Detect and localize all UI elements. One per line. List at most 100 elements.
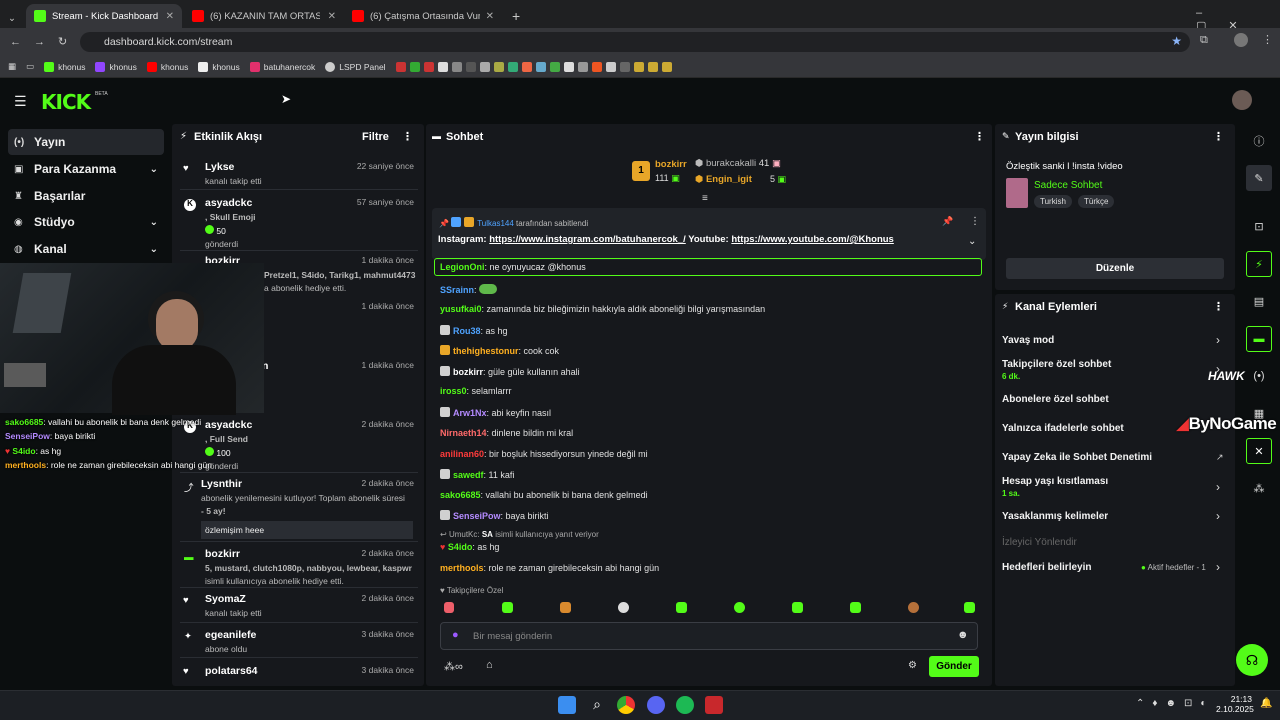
tab-youtube-1[interactable]: (6) KAZANIN TAM ORTASINDA ✕ [184, 4, 344, 28]
bookmark-khonus-kick[interactable]: khonus [44, 61, 85, 72]
emote-icon[interactable] [502, 602, 513, 613]
action-subscribers-only[interactable]: Abonelere özel sohbet [1002, 394, 1109, 405]
category-link[interactable]: Sadece Sohbet [1034, 180, 1102, 191]
nav-buttons[interactable]: ←→↻ [10, 35, 80, 48]
close-tab-icon[interactable]: ✕ [486, 11, 494, 22]
chevron-right-icon[interactable]: › [1216, 560, 1220, 574]
sidebar-item-para-kazanma[interactable]: ▣ Para Kazanma ⌄ [8, 156, 164, 182]
bookmark-khonus-twitch[interactable]: khonus [95, 61, 137, 72]
extensions-icon[interactable]: ⧉ [1200, 34, 1208, 47]
info-icon[interactable]: ⓘ [1246, 128, 1272, 154]
sidebar-item-yayin[interactable]: (•) Yayın [8, 129, 164, 155]
chevron-right-icon[interactable]: › [1216, 480, 1220, 494]
system-tray-icons[interactable]: ⌃♦☻⊡◐ [1136, 698, 1214, 709]
activity-menu-icon[interactable]: ⋮ [402, 130, 413, 143]
kick-badge-icon [440, 407, 450, 417]
store-icon[interactable]: ⌂ [486, 659, 493, 671]
edit-icon[interactable]: ✎ [1246, 165, 1272, 191]
quick-actions-icon[interactable]: ⚡ [1246, 251, 1272, 277]
youtube-link[interactable]: https://www.youtube.com/@Khonus [731, 234, 894, 245]
activity-event: ▬ bozkirr 5, mustard, clutch1080p, nabbyou… [184, 548, 414, 586]
emote-row[interactable] [444, 602, 975, 614]
stream-info-menu-icon[interactable]: ⋮ [1213, 130, 1224, 143]
emote-icon[interactable] [850, 602, 861, 613]
emote-icon[interactable] [676, 602, 687, 613]
spotify-icon[interactable] [676, 696, 694, 714]
notifications-icon[interactable]: 🔔 [1260, 698, 1272, 709]
chat-settings-gear-icon[interactable]: ⚙ [908, 660, 917, 671]
search-icon[interactable]: ⌕ [588, 696, 606, 714]
emote-icon[interactable] [444, 602, 454, 613]
sidebar-item-basarilar[interactable]: ♜ Başarılar [8, 183, 164, 209]
emote-icon[interactable] [734, 602, 745, 613]
bookmark-khonus-youtube[interactable]: khonus [146, 61, 188, 72]
action-account-age[interactable]: Hesap yaşı kısıtlaması 1 sa. [1002, 476, 1108, 498]
app-icon[interactable] [705, 696, 723, 714]
windows-start-icon[interactable] [558, 696, 576, 714]
folder-icon[interactable]: ▭ [26, 61, 34, 72]
chat-message: anilinan60: bir boşluk hissediyorsun yin… [440, 449, 648, 459]
bookmark-khonus-x[interactable]: khonus [198, 61, 240, 72]
send-button[interactable]: Gönder [929, 656, 979, 677]
emote-icon[interactable] [792, 602, 803, 613]
clock[interactable]: 21:13 2.10.2025 [1216, 694, 1254, 714]
grid-icon[interactable]: ▦ [1246, 400, 1272, 426]
action-goals[interactable]: Hedefleri belirleyin [1002, 562, 1091, 573]
user-avatar[interactable] [1232, 90, 1252, 110]
tab-kick-dashboard[interactable]: Stream - Kick Dashboard ✕ [26, 4, 182, 28]
chrome-icon[interactable] [617, 696, 635, 714]
tab-search-button[interactable]: ⌄ [0, 6, 24, 30]
new-tab-button[interactable]: + [504, 4, 524, 28]
hamburger-menu-icon[interactable]: ☰ [14, 93, 27, 110]
discord-icon[interactable] [647, 696, 665, 714]
stream-info-header: ✎ Yayın bilgisi ⋮ [1002, 130, 1224, 143]
filter-button[interactable]: Filtre [362, 131, 389, 143]
tab-youtube-2[interactable]: (6) Çatışma Ortasında Vurulan ✕ [344, 4, 502, 28]
action-banned-words[interactable]: Yasaklanmış kelimeler [1002, 511, 1108, 522]
tools-icon[interactable]: ✕ [1246, 438, 1272, 464]
browser-menu-icon[interactable]: ⋮ [1262, 33, 1273, 46]
emote-icon[interactable] [908, 602, 919, 613]
support-headset-icon[interactable]: ☊ [1236, 644, 1268, 676]
action-followers-only[interactable]: Takipçilere özel sohbet 6 dk. [1002, 359, 1111, 381]
expand-filter-icon[interactable]: ≡ [702, 193, 708, 204]
bookmark-star-icon[interactable]: ★ [1171, 34, 1182, 48]
chevron-right-icon[interactable]: › [1216, 333, 1220, 347]
pinned-menu-icon[interactable]: ⋮ [970, 216, 980, 227]
action-ai-moderation[interactable]: Yapay Zeka ile Sohbet Denetimi [1002, 452, 1152, 463]
chat-input[interactable]: ● Bir mesaj gönderin ☻ [440, 622, 978, 650]
unpin-icon[interactable]: 📌 [942, 216, 953, 227]
channel-points-icon[interactable]: ⁂∞ [444, 660, 463, 673]
bookmark-instagram[interactable]: batuhanercok [249, 61, 315, 72]
activity-icon[interactable]: ▤ [1246, 288, 1272, 314]
mic-icon[interactable]: ● [452, 629, 459, 641]
emote-icon[interactable] [964, 602, 975, 613]
chevron-right-icon[interactable]: › [1216, 509, 1220, 523]
bookmark-icons-row[interactable] [395, 61, 672, 72]
kick-logo[interactable]: KICK [41, 90, 91, 114]
action-slow-mode[interactable]: Yavaş mod [1002, 335, 1054, 346]
broadcast-icon[interactable]: (•) [1246, 363, 1272, 389]
chat-icon[interactable]: ▬ [1246, 326, 1272, 352]
chevron-down-icon[interactable]: ⌄ [968, 236, 976, 247]
emoji-icon[interactable]: ☻ [957, 629, 969, 641]
edit-button[interactable]: Düzenle [1006, 258, 1224, 279]
external-link-icon[interactable]: ↗ [1216, 452, 1224, 463]
profile-avatar[interactable] [1234, 33, 1248, 47]
capture-icon[interactable]: ⊡ [1246, 213, 1272, 239]
url-input[interactable]: dashboard.kick.com/stream ★ [80, 32, 1190, 52]
sidebar-item-kanal[interactable]: ◍ Kanal ⌄ [8, 236, 164, 262]
sidebar-item-studyo[interactable]: ◉ Stüdyo ⌄ [8, 209, 164, 235]
emote-icon[interactable] [560, 602, 571, 613]
instagram-link[interactable]: https://www.instagram.com/batuhanercok_/ [489, 234, 686, 245]
emote-icon[interactable] [618, 602, 629, 613]
close-tab-icon[interactable]: ✕ [328, 11, 336, 22]
action-emote-only[interactable]: Yalnızca ifadelerle sohbet [1002, 423, 1124, 434]
apps-icon[interactable]: ▦ [8, 61, 16, 72]
chevron-down-icon: ⌄ [149, 163, 158, 175]
close-tab-icon[interactable]: ✕ [166, 11, 174, 22]
chat-menu-icon[interactable]: ⋮ [974, 130, 985, 143]
users-icon[interactable]: ⁂ [1246, 475, 1272, 501]
actions-menu-icon[interactable]: ⋮ [1213, 300, 1224, 313]
bookmark-lspd-panel[interactable]: LSPD Panel [325, 61, 386, 72]
